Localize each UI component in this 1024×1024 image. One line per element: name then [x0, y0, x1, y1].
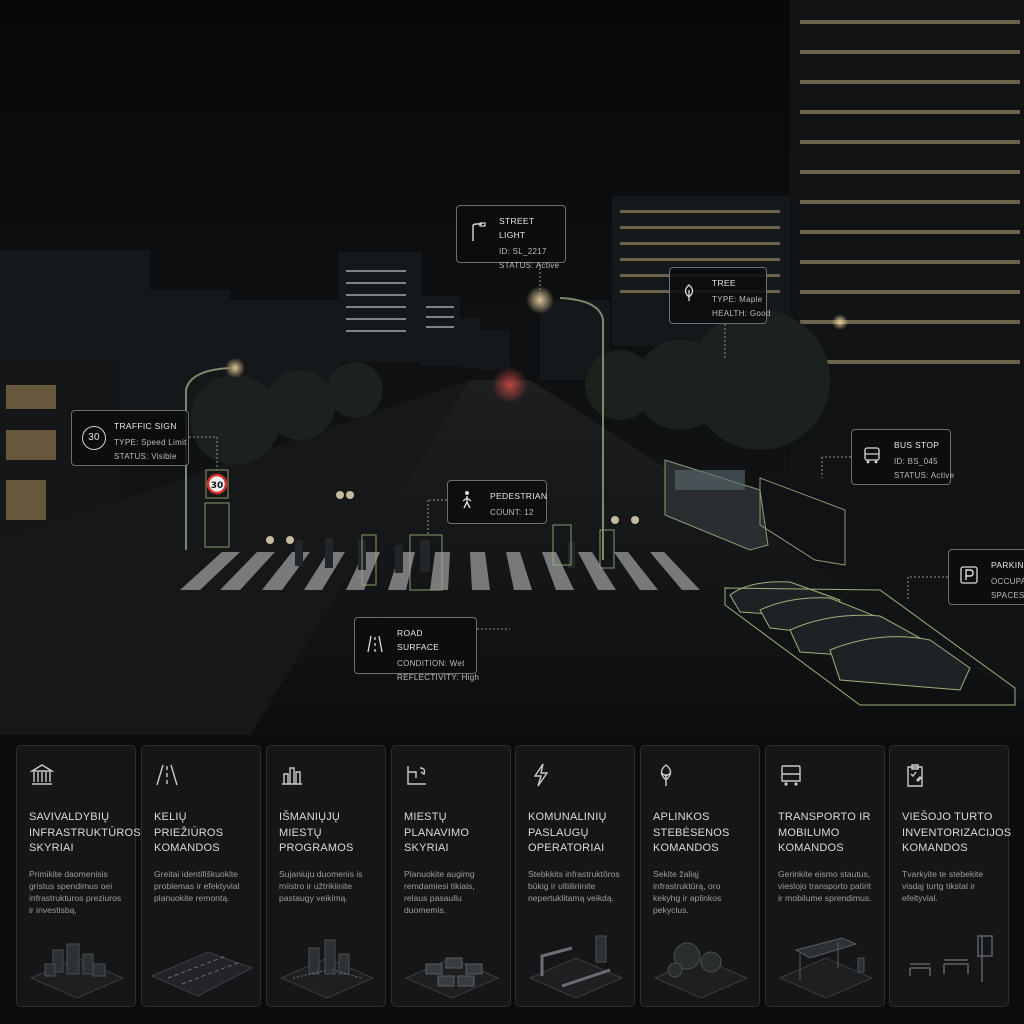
traffic-sign-callout[interactable]: 30 TRAFFIC SIGN TYPE: Speed Limit STATUS… — [71, 410, 189, 466]
clipboard-icon — [907, 764, 923, 787]
bolt-icon — [533, 763, 549, 787]
card-description: Stebkkits infrastruktōros būkig ir ultii… — [528, 868, 620, 904]
pedestrian-count: COUNT: 12 — [490, 508, 534, 517]
bus-stop-callout[interactable]: BUS STOP ID: BS_045 STATUS: Active — [851, 429, 955, 485]
street-light-callout[interactable]: STREET LIGHT ID: SL_2217 STATUS: Active — [456, 205, 566, 270]
traffic-sign-status: STATUS: Visible — [114, 452, 177, 461]
card-description: Gerinkite eismo stautus, vieslojo transp… — [778, 868, 872, 904]
card-utility-operators[interactable]: KOMUNALINIŲ PASLAUGŲ OPERATORIAI Stebkki… — [515, 745, 635, 1007]
street-light-status: STATUS: Active — [499, 261, 560, 270]
smart-city-illustration — [279, 939, 375, 999]
leaf-icon — [660, 764, 672, 786]
card-title: SAVIVALDYBIŲ INFRASTRUKTŪROS SKYRIAI — [29, 811, 141, 854]
card-title: TRANSPORTO IR MOBILUMO KOMANDOS — [778, 811, 871, 854]
card-description: Tvarkyite te stebekite visdąį turtg tiks… — [902, 868, 984, 904]
pedestrian-callout[interactable]: PEDESTRIAN COUNT: 12 — [447, 480, 547, 524]
card-description: Sujaniuju duomenis is miistro ir užtriki… — [279, 868, 363, 904]
bank-icon — [29, 764, 55, 785]
night-street-illustration: 30 — [0, 0, 1024, 735]
tree-callout[interactable]: TREE TYPE: Maple HEALTH: Good — [669, 267, 771, 324]
card-description: Primikite daomenisis gristus spendimus o… — [29, 868, 122, 916]
tree-type: TYPE: Maple — [712, 295, 763, 304]
card-description: Greitai identifiškuokite problemas ir ef… — [154, 868, 240, 904]
road-surface-icon — [365, 634, 389, 658]
parking-callout[interactable]: PARKING OCCUPA SPACES F — [948, 549, 1024, 605]
card-municipal-infrastructure[interactable]: SAVIVALDYBIŲ INFRASTRUKTŪROS SKYRIAI Pri… — [16, 745, 141, 1007]
traffic-sign-type: TYPE: Speed Limit — [114, 438, 187, 447]
card-title: VIEŠOJO TURTO INVENTORIZACIJOS KOMANDOS — [902, 811, 1012, 854]
speed-limit-icon: 30 — [82, 426, 106, 450]
parking-icon — [959, 565, 983, 589]
road-surface-title: ROAD SURFACE — [397, 628, 440, 652]
bus-stop-title: BUS STOP — [894, 440, 940, 450]
card-title: KELIŲ PRIEŽIŪROS KOMANDOS — [154, 811, 224, 854]
leaf-icon — [680, 283, 704, 308]
tree-health: HEALTH: Good — [712, 309, 771, 318]
card-smart-city-programs[interactable]: IŠMANIŲJŲ MIESTŲ PROGRAMOS Sujaniuju duo… — [266, 745, 386, 1007]
benches-illustration — [909, 935, 993, 982]
card-title: KOMUNALINIŲ PASLAUGŲ OPERATORIAI — [528, 811, 607, 854]
card-description: Planuokite augimg remdamiesi tikiais, re… — [404, 868, 475, 916]
bus-stop-status: STATUS: Active — [894, 471, 955, 480]
street-light-icon — [467, 222, 491, 246]
speed-limit-value: 30 — [82, 426, 106, 450]
parking-occupancy: OCCUPA — [991, 577, 1024, 586]
card-title: IŠMANIŲJŲ MIESTŲ PROGRAMOS — [279, 811, 354, 854]
planning-illustration — [404, 957, 500, 999]
traffic-sign-title: TRAFFIC SIGN — [114, 421, 177, 431]
bus-stop-id: ID: BS_045 — [894, 457, 938, 466]
speed-sign-marker: 30 — [211, 481, 224, 491]
road-surface-reflectivity: REFLECTIVITY: High — [397, 673, 480, 682]
card-road-maintenance[interactable]: KELIŲ PRIEŽIŪROS KOMANDOS Greitai identi… — [141, 745, 261, 1007]
road-illustration — [150, 951, 254, 997]
street-light-id: ID: SL_2217 — [499, 247, 547, 256]
card-title: APLINKOS STEBĖSENOS KOMANDOS — [653, 811, 730, 854]
road-icon — [156, 764, 178, 786]
parking-spaces: SPACES F — [991, 591, 1024, 600]
plan-icon — [407, 766, 426, 785]
card-transport-mobility[interactable]: TRANSPORTO IR MOBILUMO KOMANDOS Gerinkit… — [765, 745, 885, 1007]
utility-pipes-illustration — [528, 935, 624, 999]
card-description: Sekite žaliąj infrastruktūrą, oro kekyhg… — [653, 868, 722, 916]
road-surface-condition: CONDITION: Wet — [397, 659, 465, 668]
street-scene: 30 STREET LIGHT ID: SL_2217 STATUS: Acti… — [0, 0, 1024, 735]
bus-icon — [781, 765, 801, 786]
card-title: MIESTŲ PLANAVIMO SKYRIAI — [404, 811, 470, 854]
road-surface-callout[interactable]: ROAD SURFACE CONDITION: Wet REFLECTIVITY… — [354, 617, 479, 682]
city-blocks-illustration — [29, 943, 125, 999]
pedestrian-title: PEDESTRIAN — [490, 491, 548, 501]
tree-title: TREE — [712, 278, 736, 288]
bus-icon — [862, 445, 886, 469]
bus-shelter-illustration — [778, 937, 874, 999]
street-light-title: STREET LIGHT — [499, 216, 535, 240]
parking-title: PARKING — [991, 560, 1024, 570]
card-urban-planning[interactable]: MIESTŲ PLANAVIMO SKYRIAI Planuokite augi… — [391, 745, 511, 1007]
pedestrian-icon — [458, 490, 482, 514]
city-chart-icon — [282, 767, 302, 785]
card-public-asset-inventory[interactable]: VIEŠOJO TURTO INVENTORIZACIJOS KOMANDOS … — [889, 745, 1012, 1007]
audience-cards: SAVIVALDYBIŲ INFRASTRUKTŪROS SKYRIAI Pri… — [16, 745, 1012, 1007]
trees-illustration — [653, 942, 749, 999]
card-environment-monitoring[interactable]: APLINKOS STEBĖSENOS KOMANDOS Sekite žali… — [640, 745, 760, 1007]
